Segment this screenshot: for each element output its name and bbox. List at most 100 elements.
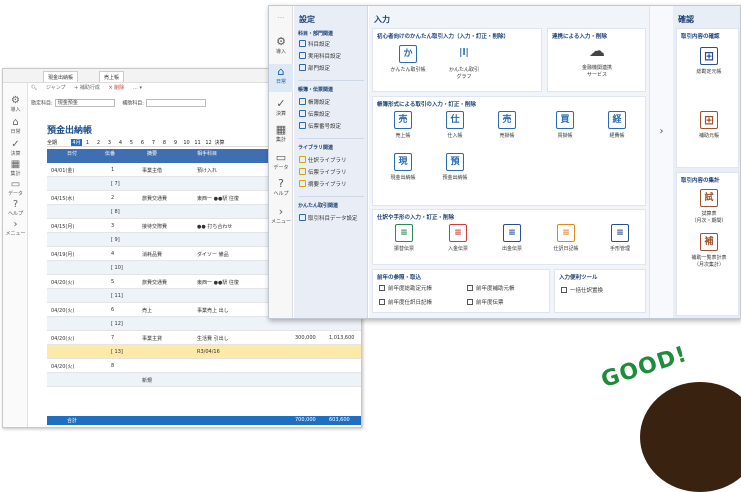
expand-chevron-icon[interactable]: › bbox=[649, 6, 673, 318]
book-button-4[interactable]: 経経費帳 bbox=[595, 111, 639, 139]
slip-icon: ≡ bbox=[449, 224, 467, 242]
sidebar-data[interactable]: ▭ データ bbox=[3, 179, 28, 197]
search-icon[interactable]: 🔍︎ bbox=[31, 85, 37, 91]
nav-data[interactable]: ▭ データ bbox=[269, 152, 293, 172]
slip-icon: ≡ bbox=[557, 224, 575, 242]
cell-n: 2 bbox=[111, 195, 115, 201]
month-3[interactable]: 2 bbox=[93, 140, 104, 146]
slip-library[interactable]: 伝票ライブラリ bbox=[299, 168, 347, 176]
panel-label: 入力便利ツール bbox=[559, 275, 598, 281]
cell-d: 04/20(火) bbox=[51, 336, 75, 342]
month-8[interactable]: 7 bbox=[148, 140, 159, 146]
transaction-data-settings[interactable]: 取引科目データ設定 bbox=[299, 214, 358, 222]
month-2[interactable]: 1 bbox=[82, 140, 93, 146]
prior-ledger-link[interactable]: 前年度総勘定元帳 bbox=[379, 284, 432, 292]
month-6[interactable]: 5 bbox=[126, 140, 137, 146]
sidebar-daily[interactable]: ⌂ 日常 bbox=[3, 117, 28, 135]
divider bbox=[298, 138, 364, 139]
trial-balance-button[interactable]: 試試算表 （月次・期間） bbox=[681, 189, 737, 224]
journal-button-4[interactable]: ≡ 手形管理 bbox=[597, 224, 643, 252]
delete-button[interactable]: × 削除 bbox=[109, 85, 125, 91]
journal-button-2[interactable]: ≡ 出金伝票 bbox=[489, 224, 535, 252]
more-dots-icon[interactable]: ··· bbox=[269, 14, 293, 22]
slip-settings[interactable]: 伝票設定 bbox=[299, 110, 330, 118]
divider bbox=[298, 80, 364, 81]
book-button-5[interactable]: 現現金出納帳 bbox=[381, 153, 425, 181]
nav-summary[interactable]: ▦ 集計 bbox=[269, 124, 293, 144]
prior-slip-link[interactable]: 前年度伝票 bbox=[467, 298, 504, 306]
jump-button[interactable]: ジャンプ bbox=[46, 85, 66, 91]
nav-closing[interactable]: ✓ 決算 bbox=[269, 98, 293, 118]
journal-library[interactable]: 仕訳ライブラリ bbox=[299, 156, 347, 164]
table-row[interactable]: [ 13] R3/04/16 bbox=[47, 345, 361, 359]
table-row[interactable]: 新規 bbox=[47, 373, 361, 387]
cell-n: [ 13] bbox=[111, 349, 123, 355]
prior-sub-ledger-link[interactable]: 前年度補助元帳 bbox=[467, 284, 515, 292]
divider bbox=[298, 196, 364, 197]
book-button-3[interactable]: 買買掛帳 bbox=[543, 111, 587, 139]
bar-chart-icon: |l| bbox=[459, 48, 469, 58]
nav-help[interactable]: ? ヘルプ bbox=[269, 178, 293, 198]
bank-link-button[interactable]: ☁ 金融機関連携 サービス bbox=[572, 43, 622, 79]
data-icon bbox=[299, 214, 306, 221]
journal-button-0[interactable]: ≡ 振替伝票 bbox=[381, 224, 427, 252]
easy-transaction-button[interactable]: かかんたん取引帳 bbox=[383, 45, 433, 73]
month-9[interactable]: 8 bbox=[159, 140, 170, 146]
month-10[interactable]: 9 bbox=[170, 140, 181, 146]
month-0[interactable]: 全期 bbox=[47, 139, 71, 146]
review-panel: 取引内容の確認 ⊞ 総勘定元帳 ⊞ 補助元帳 bbox=[676, 28, 739, 168]
journal-button-3[interactable]: ≡ 仕訳日記帳 bbox=[543, 224, 589, 252]
month-4[interactable]: 3 bbox=[104, 140, 115, 146]
library-icon bbox=[299, 180, 306, 187]
prior-journal-link[interactable]: 前年度仕訳日記帳 bbox=[379, 298, 432, 306]
book-button-6[interactable]: 預預金出納帳 bbox=[433, 153, 477, 181]
nav-menu[interactable]: › メニュー bbox=[269, 206, 293, 226]
add-row-button[interactable]: + 補助行成 bbox=[74, 85, 100, 91]
account-settings[interactable]: 科目設定 bbox=[299, 40, 330, 48]
nav-daily[interactable]: ⌂ 日常 bbox=[269, 64, 293, 92]
table-row[interactable]: 04/20(火) 7 事業主貸 生活費 引出し 300,000 1,013,600 bbox=[47, 331, 361, 345]
book-button-0[interactable]: 売売上帳 bbox=[381, 111, 425, 139]
month-13[interactable]: 12 bbox=[203, 140, 214, 146]
more-button[interactable]: … ▾ bbox=[133, 85, 142, 91]
settings-column: 設定 科目・部門関連 科目設定 実用科目設定 部門設定 帳簿・伝票関連 帳簿設定… bbox=[294, 6, 368, 318]
nav-intro[interactable]: ⚙ 導入 bbox=[269, 36, 293, 56]
page-title: 預金出納帳 bbox=[47, 126, 93, 136]
account-select[interactable]: 現金預金 bbox=[54, 99, 115, 107]
tab-sales-ledger[interactable]: 売上帳 bbox=[99, 71, 125, 82]
general-ledger-button[interactable]: ⊞ 総勘定元帳 bbox=[685, 47, 733, 75]
bulk-replace-link[interactable]: 一括仕訳置換 bbox=[561, 286, 603, 294]
sidebar-summary[interactable]: ▦ 集計 bbox=[3, 159, 28, 177]
sidebar-closing[interactable]: ✓ 決算 bbox=[3, 139, 28, 157]
table-row[interactable]: 04/20(火) 8 bbox=[47, 359, 361, 373]
sidebar-help[interactable]: ? ヘルプ bbox=[3, 199, 28, 217]
table-row[interactable]: [ 12] bbox=[47, 317, 361, 331]
month-11[interactable]: 10 bbox=[181, 140, 192, 146]
sidebar-intro[interactable]: ⚙ 導入 bbox=[3, 95, 28, 113]
book-settings[interactable]: 帳簿設定 bbox=[299, 98, 330, 106]
input-title: 入力 bbox=[374, 15, 390, 24]
panel-label: 前年の参照・取込 bbox=[377, 275, 422, 281]
department-settings[interactable]: 部門設定 bbox=[299, 64, 330, 72]
book-button-2[interactable]: 売売掛帳 bbox=[485, 111, 529, 139]
easy-graph-button[interactable]: |l| かんたん取引 グラフ bbox=[439, 45, 489, 80]
practical-account-settings[interactable]: 実用科目設定 bbox=[299, 52, 341, 60]
ledger-sidebar: ⚙ 導入 ⌂ 日常 ✓ 決算 ▦ 集計 ▭ データ ? ヘルプ › メニュー bbox=[3, 83, 28, 427]
sub-ledger-button[interactable]: ⊞ 補助元帳 bbox=[685, 111, 733, 139]
tab-cash-ledger[interactable]: 現金出納帳 bbox=[43, 71, 79, 82]
cell-k: 新規 bbox=[142, 378, 153, 384]
sub-summary-button[interactable]: 補補助一覧表計表 （月次集計） bbox=[679, 233, 739, 268]
month-12[interactable]: 11 bbox=[192, 140, 203, 146]
sidebar-menu[interactable]: › メニュー bbox=[3, 219, 28, 237]
month-1[interactable]: 4月 bbox=[71, 139, 82, 146]
sub-account-select[interactable] bbox=[145, 99, 206, 107]
slip-number-settings[interactable]: 伝票番号設定 bbox=[299, 122, 341, 130]
summary-library[interactable]: 摘要ライブラリ bbox=[299, 180, 347, 188]
book-open-icon: ⊞ bbox=[700, 111, 718, 129]
month-14[interactable]: 決算 bbox=[214, 139, 225, 146]
book-button-1[interactable]: 仕仕入帳 bbox=[433, 111, 477, 139]
month-7[interactable]: 6 bbox=[137, 140, 148, 146]
journal-button-1[interactable]: ≡ 入金伝票 bbox=[435, 224, 481, 252]
month-5[interactable]: 4 bbox=[115, 140, 126, 146]
help-icon: ? bbox=[12, 199, 19, 210]
